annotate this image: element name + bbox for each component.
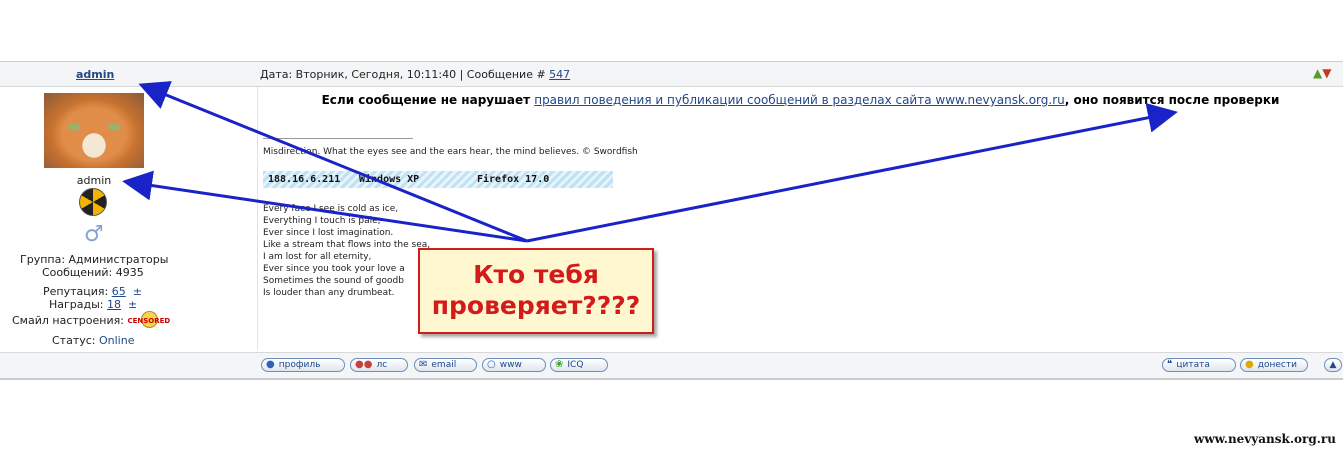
scroll-top-button[interactable]: ▲ (1324, 358, 1342, 372)
notice-text-start: Если сообщение не нарушает (321, 93, 535, 107)
post-header-bar (0, 61, 1343, 87)
poem-line: I am lost for all eternity, (263, 252, 372, 262)
icq-flower-icon: ❀ (555, 359, 564, 370)
profile-status: Статус: Online (52, 334, 134, 347)
profile-messages: Сообщений: 4935 (42, 266, 144, 279)
email-button-label: email (431, 360, 457, 370)
rules-link[interactable]: правил поведения и публикации сообщений … (534, 93, 1065, 107)
reputation-change-button[interactable]: ± (133, 285, 142, 298)
profile-group: Группа: Администраторы (20, 253, 169, 266)
author-link[interactable]: admin (76, 68, 114, 81)
reputation-label: Репутация: (43, 285, 112, 298)
pm-button-label: лс (376, 360, 388, 370)
speech-bubble-icon: ❝ (1167, 359, 1173, 370)
users-icon: ●● (355, 359, 373, 370)
www-button[interactable]: ○ www (482, 358, 546, 372)
gender-male-icon: ♂ (84, 222, 104, 247)
icq-button-label: ICQ (567, 360, 584, 370)
profile-button[interactable]: ● профиль (261, 358, 345, 372)
icq-button[interactable]: ❀ ICQ (550, 358, 608, 372)
post-date-text: Дата: Вторник, Сегодня, 10:11:40 | Сообщ… (260, 68, 550, 81)
post-date: Дата: Вторник, Сегодня, 10:11:40 | Сообщ… (260, 68, 570, 81)
thumbs-down-icon[interactable]: ▼ (1322, 66, 1331, 80)
status-value: Online (99, 334, 135, 347)
moderation-notice: Если сообщение не нарушает правил поведе… (258, 93, 1343, 107)
pm-button[interactable]: ●● лс (350, 358, 408, 372)
callout-line-1: Кто тебя (473, 260, 599, 289)
poem-line: Is louder than any drumbeat. (263, 288, 395, 298)
lightbulb-icon: ● (1245, 359, 1254, 370)
awards-label: Награды: (49, 298, 108, 311)
avatar (44, 93, 144, 168)
post-number-link[interactable]: 547 (549, 68, 570, 81)
www-button-label: www (499, 360, 522, 370)
envelope-icon: ✉ (419, 359, 428, 370)
poem-line: Like a stream that flows into the sea, (263, 240, 431, 250)
ua-os: Windows XP (359, 174, 420, 185)
profile-username: admin (76, 174, 112, 187)
poem-line: Everything I touch is pale, (263, 216, 381, 226)
arrow-up-icon: ▲ (1329, 360, 1337, 370)
awards-change-button[interactable]: ± (128, 298, 137, 311)
awards-link[interactable]: 18 (107, 298, 121, 311)
censored-smiley-icon: CENSORED (127, 311, 175, 331)
annotation-callout: Кто тебя проверяет???? (418, 248, 654, 334)
poem-line: Ever since you took your love a (263, 264, 405, 274)
poem-line: Sometimes the sound of goodb (263, 276, 404, 286)
globe-icon: ○ (487, 359, 496, 370)
mood-label: Смайл настроения: (12, 314, 124, 327)
poem-line: Ever since I lost imagination. (263, 228, 394, 238)
status-label: Статус: (52, 334, 99, 347)
report-button-label: донести (1257, 360, 1297, 370)
email-button[interactable]: ✉ email (414, 358, 477, 372)
post-actions-bar (0, 352, 1343, 380)
profile-awards: Награды: 18 ± (49, 298, 137, 311)
reputation-link[interactable]: 65 (112, 285, 126, 298)
poem-line: Every face I see is cold as ice, (263, 204, 399, 214)
censored-label: CENSORED (127, 317, 171, 325)
profile-reputation: Репутация: 65 ± (43, 285, 142, 298)
notice-text-end: , оно появится после проверки (1064, 93, 1280, 107)
rank-icon (79, 188, 107, 216)
signature-poem: Every face I see is cold as ice, Everyth… (263, 203, 430, 299)
signature-quote: Misdirection. What the eyes see and the … (263, 147, 638, 157)
arrow-to-notice (526, 102, 1178, 243)
user-icon: ● (266, 359, 275, 370)
quote-button-label: цитата (1176, 360, 1210, 370)
signature-divider (263, 138, 413, 139)
site-watermark: www.nevyansk.org.ru (1194, 432, 1336, 446)
callout-line-2: проверяет???? (431, 291, 641, 320)
ua-browser: Firefox 17.0 (477, 174, 550, 185)
vote-controls: ▲▼ (1313, 66, 1331, 80)
ua-ip: 188.16.6.211 (268, 174, 341, 185)
profile-mood: Смайл настроения: CENSORED (12, 311, 175, 331)
thumbs-up-icon[interactable]: ▲ (1313, 66, 1322, 80)
quote-button[interactable]: ❝ цитата (1162, 358, 1236, 372)
report-button[interactable]: ● донести (1240, 358, 1308, 372)
profile-button-label: профиль (278, 360, 321, 370)
